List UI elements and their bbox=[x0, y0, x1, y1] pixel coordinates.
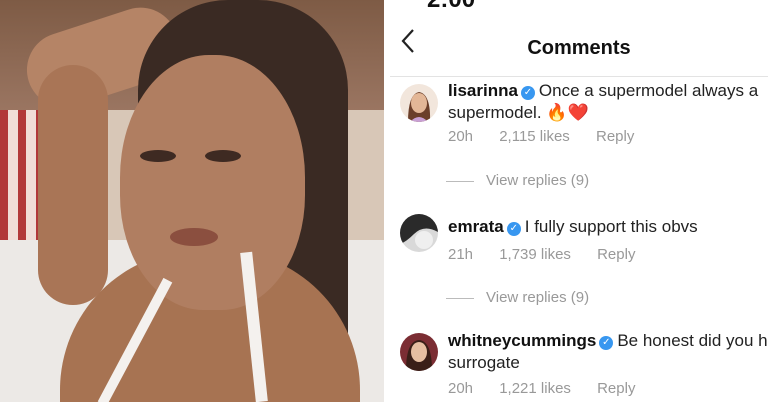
comment-time: 20h bbox=[448, 380, 474, 397]
view-replies-label: View replies (9) bbox=[486, 172, 590, 189]
comment-body: lisarinna ✓ Once a supermodel always a sup… bbox=[448, 80, 768, 124]
comment-body: emrata ✓ I fully support this obvs bbox=[448, 216, 768, 238]
heart-emoji-icon: ❤️ bbox=[567, 103, 589, 122]
verified-badge-icon: ✓ bbox=[599, 336, 614, 350]
reply-button[interactable]: Reply bbox=[597, 380, 635, 397]
comment-body: whitneycummings ✓ Be honest did you h surr… bbox=[448, 330, 768, 374]
replies-divider bbox=[446, 297, 474, 299]
view-replies-label: View replies (9) bbox=[486, 289, 590, 306]
verified-badge-icon: ✓ bbox=[506, 222, 521, 236]
view-replies-button[interactable]: View replies (9) bbox=[446, 289, 589, 306]
comment-item: emrata ✓ I fully support this obvs 21h 1,7… bbox=[396, 214, 768, 314]
comment-username[interactable]: lisarinna bbox=[448, 81, 518, 100]
comment-username[interactable]: whitneycummings bbox=[448, 331, 596, 350]
reply-button[interactable]: Reply bbox=[596, 128, 634, 145]
comment-text: Be honest did you h bbox=[617, 331, 768, 350]
comment-likes[interactable]: 1,221 likes bbox=[499, 380, 571, 397]
view-replies-button[interactable]: View replies (9) bbox=[446, 172, 589, 189]
avatar-image bbox=[400, 84, 438, 122]
comment-time: 21h bbox=[448, 246, 474, 263]
photo-lips bbox=[170, 228, 218, 246]
reply-button[interactable]: Reply bbox=[597, 246, 635, 263]
photo-eye-right bbox=[205, 150, 241, 162]
comment-text-continued: surrogate bbox=[448, 353, 520, 372]
photo-face bbox=[120, 55, 305, 310]
comment-meta: 20h 1,221 likes Reply bbox=[448, 380, 657, 397]
comment-time: 20h bbox=[448, 128, 474, 145]
avatar-image bbox=[400, 333, 438, 371]
comment-likes[interactable]: 2,115 likes bbox=[499, 128, 570, 145]
page-title: Comments bbox=[527, 37, 631, 59]
comment-username[interactable]: emrata bbox=[448, 217, 504, 236]
photo-eye-left bbox=[140, 150, 176, 162]
comment-meta: 20h 2,115 likes Reply bbox=[448, 128, 656, 145]
post-photo bbox=[0, 0, 384, 402]
avatar[interactable] bbox=[400, 333, 438, 371]
avatar-image bbox=[400, 214, 438, 252]
comments-header: Comments bbox=[390, 0, 768, 77]
verified-badge-icon: ✓ bbox=[520, 86, 535, 100]
comment-meta: 21h 1,739 likes Reply bbox=[448, 246, 657, 263]
comment-item: lisarinna ✓ Once a supermodel always a sup… bbox=[396, 80, 768, 200]
replies-divider bbox=[446, 180, 474, 182]
comment-text: I fully support this obvs bbox=[524, 217, 698, 236]
comment-likes[interactable]: 1,739 likes bbox=[499, 246, 571, 263]
avatar[interactable] bbox=[400, 84, 438, 122]
screenshot-composite: 2:00 Comments lisarinna✓Once a supermode… bbox=[0, 0, 768, 402]
fire-emoji-icon: 🔥 bbox=[546, 103, 568, 122]
comments-panel: 2:00 Comments lisarinna✓Once a supermode… bbox=[384, 0, 768, 402]
avatar[interactable] bbox=[400, 214, 438, 252]
comment-item: whitneycummings ✓ Be honest did you h surr… bbox=[396, 330, 768, 402]
photo-upper-arm bbox=[38, 65, 108, 305]
